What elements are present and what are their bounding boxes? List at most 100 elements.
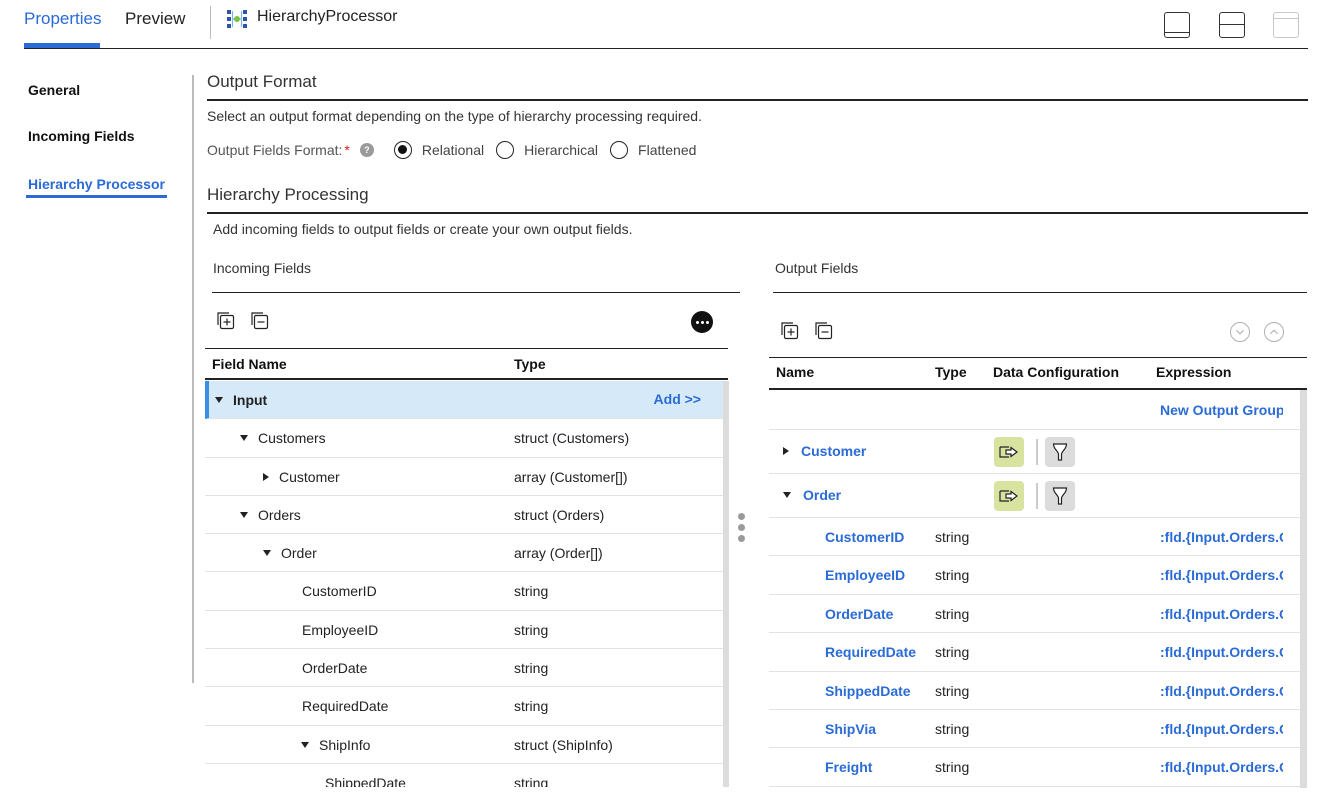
dot — [738, 535, 745, 542]
caret-down-icon[interactable] — [240, 435, 248, 442]
output-field-type: string — [935, 567, 970, 584]
caret-down-icon[interactable] — [783, 492, 791, 498]
more-options-button[interactable] — [691, 311, 713, 333]
output-field-name[interactable]: RequiredDate — [825, 644, 916, 660]
group-name[interactable]: Order — [803, 487, 841, 503]
caret-right-icon[interactable] — [783, 447, 789, 455]
move-down-icon[interactable] — [1230, 322, 1250, 342]
incoming-field-row[interactable]: Orders struct (Orders) — [205, 496, 723, 535]
output-field-type: string — [935, 759, 970, 776]
output-field-type: string — [935, 605, 970, 622]
filter-button[interactable] — [1045, 437, 1075, 467]
new-output-group-link[interactable]: New Output Group — [1160, 402, 1283, 418]
button-separator — [1036, 483, 1038, 509]
caret-right-icon[interactable] — [263, 472, 269, 481]
output-field-expression[interactable]: :fld.{Input.Orders.Order.RequiredDate} — [1160, 644, 1283, 660]
sidebar-item-incoming-fields[interactable]: Incoming Fields — [28, 128, 135, 144]
incoming-field-row[interactable]: Input Add >> — [205, 381, 723, 420]
move-up-icon[interactable] — [1264, 322, 1284, 342]
add-to-output-link[interactable]: Add >> — [654, 391, 701, 407]
output-field-expression[interactable]: :fld.{Input.Orders.Order.EmployeeID} — [1160, 567, 1283, 583]
section-divider — [207, 212, 1308, 214]
output-field-name[interactable]: ShipVia — [825, 721, 876, 737]
output-field-row[interactable]: CustomerID string:fld.{Input.Orders.Order… — [769, 518, 1300, 557]
output-field-name[interactable]: OrderDate — [825, 606, 893, 622]
output-field-name[interactable]: Freight — [825, 759, 872, 775]
incoming-field-row[interactable]: ShipInfo struct (ShipInfo) — [205, 726, 723, 764]
panel-resize-handle[interactable] — [738, 513, 746, 547]
filter-button[interactable] — [1045, 481, 1075, 511]
sidebar-item-hierarchy-processor[interactable]: Hierarchy Processor — [28, 176, 165, 192]
output-field-expression[interactable]: :fld.{Input.Orders.Order.CustomerID} — [1160, 529, 1283, 545]
output-field-row[interactable]: RequiredDate string:fld.{Input.Orders.Ord… — [769, 633, 1300, 672]
map-data-button[interactable] — [994, 437, 1024, 467]
field-name-cell: OrderDate — [302, 660, 367, 676]
export-arrow-icon — [999, 490, 1018, 502]
caret-down-icon[interactable] — [215, 397, 223, 403]
field-name: RequiredDate — [302, 698, 389, 715]
output-fields-format-label: Output Fields Format: — [207, 142, 343, 158]
panel-divider — [769, 357, 1307, 359]
output-field-expression[interactable]: :fld.{Input.Orders.Order.ShipInfo.Freigh… — [1160, 759, 1283, 775]
hierarchy-processing-description: Add incoming fields to output fields or … — [213, 221, 633, 237]
output-fields-title: Output Fields — [775, 260, 859, 276]
dot — [738, 513, 745, 520]
incoming-field-row[interactable]: EmployeeID string — [205, 611, 723, 650]
field-name: ShippedDate — [325, 774, 406, 787]
incoming-field-row[interactable]: Customer array (Customer[]) — [205, 458, 723, 496]
output-field-name[interactable]: EmployeeID — [825, 567, 905, 583]
sidebar-item-general[interactable]: General — [28, 82, 80, 98]
output-field-expression[interactable]: :fld.{Input.Orders.Order.ShipInfo.Shippe… — [1160, 683, 1283, 699]
caret-down-icon[interactable] — [301, 741, 309, 748]
group-name[interactable]: Customer — [801, 443, 866, 459]
collapse-all-icon[interactable] — [812, 320, 834, 342]
help-icon[interactable]: ? — [359, 143, 374, 157]
output-field-expression[interactable]: :fld.{Input.Orders.Order.ShipInfo.ShipVi… — [1160, 721, 1283, 737]
field-name: CustomerID — [302, 583, 377, 600]
map-data-button[interactable] — [994, 481, 1024, 511]
output-field-row[interactable]: ShipVia string:fld.{Input.Orders.Order.Sh… — [769, 710, 1300, 749]
table-header-divider — [205, 378, 728, 380]
caret-down-icon[interactable] — [240, 511, 248, 518]
sidebar-divider — [192, 75, 194, 683]
radio-label: Flattened — [638, 142, 697, 158]
caret-down-icon[interactable] — [263, 550, 271, 557]
output-field-name[interactable]: CustomerID — [825, 529, 904, 545]
field-name: EmployeeID — [302, 621, 379, 638]
output-field-row[interactable]: EmployeeID string :fld.{Input.Orders.Order… — [769, 556, 1300, 595]
maximize-panel-icon[interactable] — [1273, 12, 1299, 38]
output-field-type: string — [935, 682, 970, 699]
split-horizontal-icon[interactable] — [1219, 12, 1245, 38]
tab-properties[interactable]: Properties — [24, 9, 101, 29]
field-type: struct (Orders) — [514, 506, 605, 523]
output-field-name[interactable]: ShippedDate — [825, 683, 911, 699]
dock-bottom-icon[interactable] — [1164, 12, 1190, 38]
incoming-field-row[interactable]: CustomerID string — [205, 572, 723, 611]
expand-all-icon[interactable] — [214, 310, 236, 332]
output-field-expression[interactable]: :fld.{Input.Orders.Order.OrderDate} — [1160, 606, 1283, 622]
radio-flattened[interactable]: Flattened — [610, 141, 696, 159]
output-scrollbar[interactable] — [1300, 390, 1307, 788]
field-type: struct (ShipInfo) — [514, 736, 613, 753]
hierarchy-processing-title: Hierarchy Processing — [207, 185, 369, 204]
output-group-row[interactable]: Customer — [769, 430, 1300, 474]
incoming-field-row[interactable]: Order array (Order[]) — [205, 534, 723, 573]
section-divider — [207, 99, 1308, 101]
tab-separator — [210, 6, 211, 39]
incoming-field-row[interactable]: ShippedDate string — [205, 764, 723, 787]
expand-all-icon[interactable] — [778, 320, 800, 342]
incoming-field-row[interactable]: OrderDate string — [205, 649, 723, 688]
output-group-row[interactable]: Order — [769, 474, 1300, 518]
tab-preview[interactable]: Preview — [125, 9, 185, 29]
incoming-field-row[interactable]: RequiredDate string — [205, 687, 723, 726]
incoming-field-row[interactable]: Customers struct (Customers) — [205, 419, 723, 458]
output-field-row[interactable]: Freight string :fld.{Input.Orders.Order.Sh… — [769, 748, 1300, 787]
collapse-all-icon[interactable] — [248, 310, 270, 332]
output-field-row[interactable]: ShippedDate string :fld.{Input.Orders.Orde… — [769, 672, 1300, 710]
field-type: string — [514, 621, 549, 638]
radio-relational[interactable]: Relational — [393, 141, 484, 159]
incoming-scrollbar[interactable] — [723, 381, 729, 787]
output-field-row[interactable]: OrderDate string :fld.{Input.Orders.Order.… — [769, 595, 1300, 634]
radio-hierarchical[interactable]: Hierarchical — [496, 141, 598, 159]
column-header-name: Name — [776, 364, 815, 380]
